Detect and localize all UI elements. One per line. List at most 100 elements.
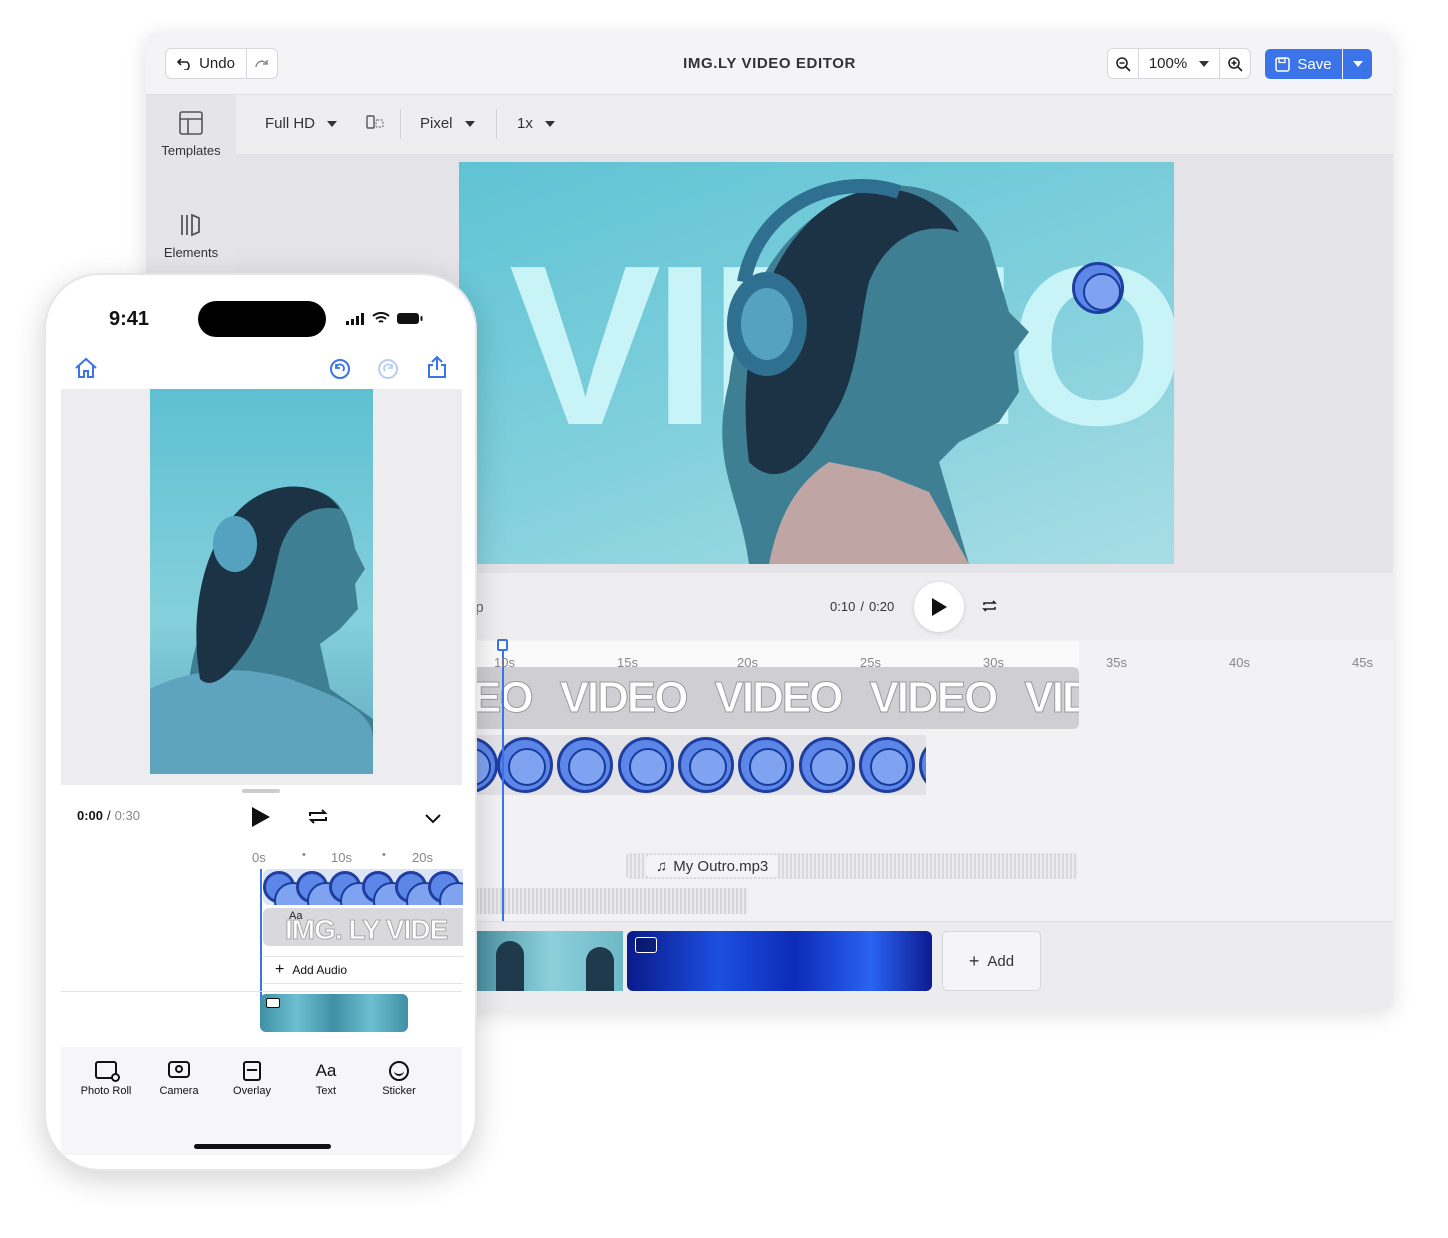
sticker-track-clip[interactable] xyxy=(263,869,463,905)
text-track-clip[interactable]: EO VIDEO VIDEO VIDEO VIDE xyxy=(476,667,1079,729)
smiley-icon xyxy=(1072,262,1124,314)
smiley-icon xyxy=(738,737,794,793)
mobile-editor: 9:41 0:00 / 0:30 0s • 10s • 20s Aa IMG. … xyxy=(44,273,477,1171)
video-icon xyxy=(635,937,657,953)
status-time: 9:41 xyxy=(109,308,150,330)
toolbar-item-photo-roll[interactable]: Photo Roll xyxy=(71,1061,141,1097)
zoom-out-icon xyxy=(1116,56,1131,72)
zoom-out-button[interactable] xyxy=(1107,48,1139,79)
smiley-icon xyxy=(497,737,553,793)
save-options-button[interactable] xyxy=(1343,49,1372,79)
toolbar-label: Text xyxy=(315,1085,337,1097)
status-icons xyxy=(346,312,424,325)
undo-icon xyxy=(330,359,350,379)
zoom-in-button[interactable] xyxy=(1219,48,1251,79)
ruler-tick: 0s xyxy=(252,850,266,865)
woman-with-headphones-image xyxy=(722,179,1029,564)
add-audio-button[interactable]: + Add Audio xyxy=(263,956,463,984)
zoom-value: 100% xyxy=(1148,55,1188,72)
plus-icon: + xyxy=(275,961,285,978)
sidebar-item-elements[interactable]: Elements xyxy=(146,213,236,260)
home-button[interactable] xyxy=(74,357,98,384)
signal-icon xyxy=(346,313,364,325)
smiley-icon xyxy=(362,871,411,905)
undo-button-mobile[interactable] xyxy=(329,358,351,385)
chevron-down-icon xyxy=(464,120,475,127)
home-icon xyxy=(75,357,97,378)
video-clip-neon[interactable] xyxy=(627,931,932,991)
scale-select[interactable]: 1x xyxy=(517,115,555,132)
loop-icon xyxy=(308,809,328,824)
resolution-select[interactable]: Full HD xyxy=(265,115,338,132)
text-clip-fragment: VIDE xyxy=(1024,673,1079,723)
ruler-tick: 30s xyxy=(983,655,1004,670)
ruler-tick: 40s xyxy=(1229,655,1250,670)
smiley-icon xyxy=(799,737,855,793)
time-separator: / xyxy=(860,599,864,614)
smiley-icon xyxy=(428,871,463,905)
video-canvas[interactable]: VIDEO xyxy=(459,162,1174,564)
ruler-dot: • xyxy=(302,849,306,861)
text-clip-repeat: VIDEO xyxy=(559,673,689,723)
smiley-icon xyxy=(476,737,498,793)
smiley-sticker[interactable] xyxy=(1072,262,1124,314)
clip-thumbnail xyxy=(586,947,614,991)
unit-value: Pixel xyxy=(420,115,453,132)
loop-button-mobile[interactable] xyxy=(307,809,329,829)
collapse-button[interactable] xyxy=(424,811,442,829)
sidebar-item-templates[interactable]: Templates xyxy=(146,111,236,158)
sticker-track-clip[interactable] xyxy=(476,735,926,795)
toolbar-item-text[interactable]: Aa Text xyxy=(291,1061,361,1097)
text-clip-repeat: VIDEO xyxy=(869,673,999,723)
loop-icon xyxy=(982,600,997,612)
video-icon xyxy=(266,998,280,1008)
text-clip-repeat: VIDEO xyxy=(714,673,844,723)
unit-select[interactable]: Pixel xyxy=(420,115,475,132)
canvas-settings-bar: Full HD Pixel 1x xyxy=(236,95,1393,155)
orientation-toggle[interactable] xyxy=(366,115,384,129)
drag-handle[interactable] xyxy=(242,789,280,793)
save-icon xyxy=(1275,56,1291,72)
save-button[interactable]: Save xyxy=(1265,49,1342,79)
top-bar: Undo IMG.LY VIDEO EDITOR 100% Save xyxy=(146,33,1393,95)
photo-roll-icon xyxy=(95,1061,120,1082)
toolbar-label: Sticker xyxy=(382,1085,416,1097)
save-label: Save xyxy=(1297,55,1332,73)
elements-icon xyxy=(181,213,200,237)
toolbar-item-camera[interactable]: Camera xyxy=(144,1061,214,1097)
bottom-toolbar: Photo Roll Camera Overlay Aa Text Sticke… xyxy=(61,1047,462,1155)
smiley-icon xyxy=(329,871,378,905)
clip-thumbnail xyxy=(496,941,524,991)
mobile-video-preview[interactable] xyxy=(150,389,373,774)
audio-track-clip-outro[interactable]: ♫ My Outro.mp3 xyxy=(626,853,1078,879)
video-clip-portrait[interactable] xyxy=(476,931,623,991)
play-button-mobile[interactable] xyxy=(251,806,271,833)
toolbar-label: Camera xyxy=(159,1085,199,1097)
audio-clip-label: ♫ My Outro.mp3 xyxy=(646,855,779,877)
play-button[interactable] xyxy=(914,582,964,632)
resolution-value: Full HD xyxy=(265,115,316,132)
toolbar-label: Overlay xyxy=(233,1085,271,1097)
plus-icon: + xyxy=(968,950,980,971)
add-clip-button[interactable]: + Add xyxy=(942,931,1041,991)
smiley-icon xyxy=(557,737,613,793)
divider xyxy=(400,109,401,139)
text-track-clip[interactable]: Aa IMG. LY VIDE xyxy=(263,908,463,946)
playhead[interactable] xyxy=(260,869,262,1001)
toolbar-item-overlay[interactable]: Overlay xyxy=(217,1061,287,1097)
total-time: 0:20 xyxy=(868,599,895,614)
zoom-select[interactable]: 100% xyxy=(1138,48,1220,79)
video-track-clip[interactable] xyxy=(260,994,408,1032)
music-note-icon: ♫ xyxy=(656,857,668,875)
text-clip-content: IMG. LY VIDE xyxy=(284,914,448,946)
battery-icon xyxy=(397,313,423,324)
chevron-down-icon xyxy=(425,814,441,824)
loop-button[interactable] xyxy=(981,599,998,618)
audio-track-clip[interactable] xyxy=(476,888,748,914)
share-button[interactable] xyxy=(427,355,447,384)
chevron-down-icon xyxy=(1199,60,1210,67)
ruler-tick: 10s xyxy=(331,850,352,865)
current-time: 0:10 xyxy=(830,599,856,614)
toolbar-item-sticker[interactable]: Sticker xyxy=(364,1061,434,1097)
redo-button-mobile[interactable] xyxy=(377,358,399,385)
